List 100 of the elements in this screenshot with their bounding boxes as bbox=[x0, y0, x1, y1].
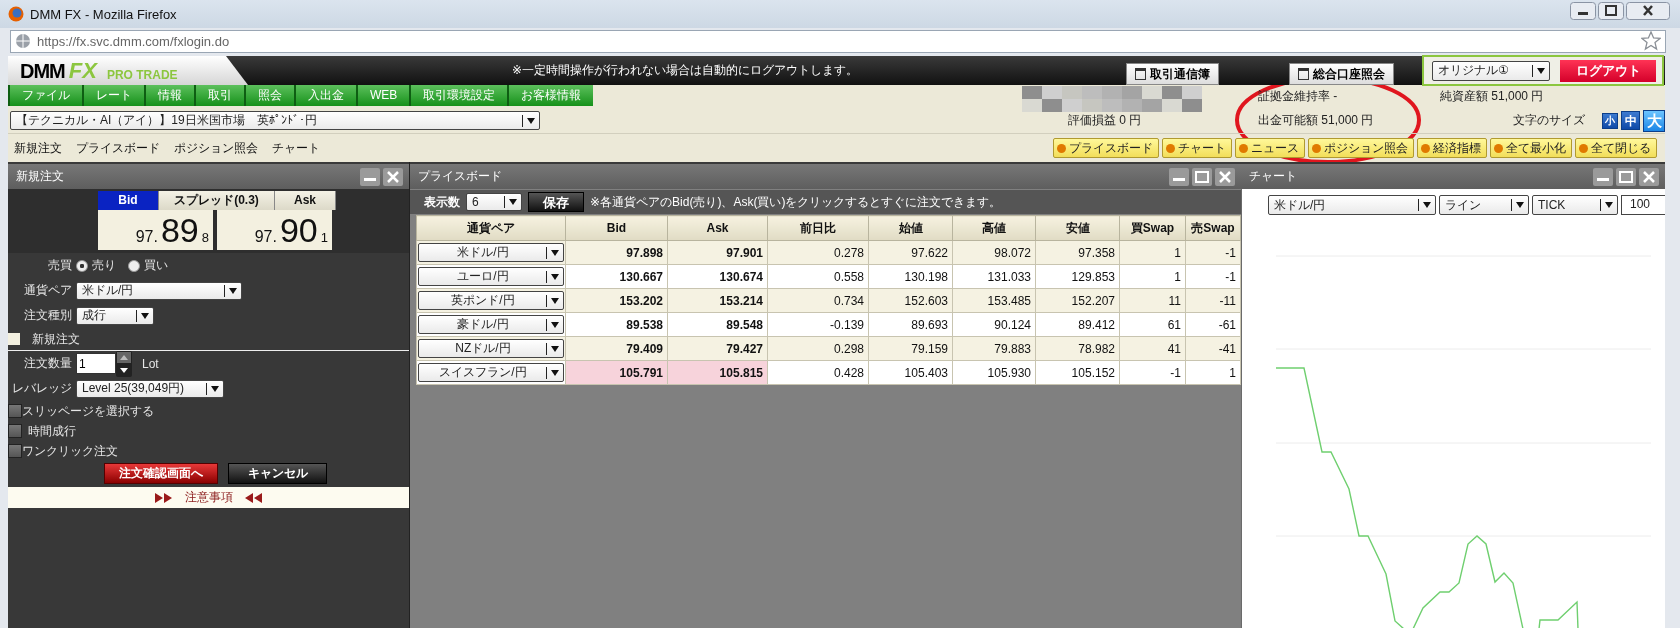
window-button[interactable]: ニュース bbox=[1235, 138, 1305, 158]
price-display[interactable]: 97.90 1 bbox=[217, 210, 332, 250]
price-cell[interactable]: 130.667 bbox=[565, 264, 668, 289]
nav-link[interactable]: プライスボード bbox=[76, 139, 160, 157]
price-cell[interactable]: 105.791 bbox=[565, 360, 668, 385]
cancel-button[interactable]: キャンセル bbox=[228, 462, 327, 484]
field-label: 通貨ペア bbox=[23, 282, 72, 299]
checkbox[interactable] bbox=[8, 444, 22, 458]
pair-select[interactable]: 米ドル/円 bbox=[418, 243, 564, 262]
globe-icon bbox=[15, 33, 31, 49]
price-cell[interactable]: 153.202 bbox=[565, 288, 668, 313]
pair-select[interactable]: 豪ドル/円 bbox=[418, 315, 564, 334]
maximize-icon[interactable] bbox=[1598, 2, 1624, 20]
caret-icon bbox=[141, 312, 149, 319]
table-cell: 0.278 bbox=[767, 240, 869, 265]
account-value: 出金可能額 51,000 円 bbox=[1258, 113, 1374, 127]
column-header: Ask bbox=[667, 215, 768, 241]
minimize-icon[interactable] bbox=[360, 167, 380, 186]
font-size-button[interactable]: 小 bbox=[1602, 112, 1618, 129]
logout-button[interactable]: ログアウト bbox=[1560, 59, 1657, 82]
session-notice: ※一定時間操作が行われない場合は自動的にログアウトします。 bbox=[512, 62, 859, 79]
save-button[interactable]: 保存 bbox=[528, 192, 584, 212]
count-field[interactable]: 100 bbox=[1621, 195, 1665, 215]
radio-button[interactable] bbox=[128, 259, 140, 272]
chart-select[interactable]: 米ドル/円 bbox=[1268, 195, 1436, 215]
pair-select[interactable]: NZドル/円 bbox=[418, 339, 564, 358]
price-cell[interactable]: 105.815 bbox=[667, 360, 768, 385]
caret-icon bbox=[229, 287, 237, 294]
quote-header: スプレッド(0.3) bbox=[159, 191, 275, 210]
close-icon[interactable] bbox=[383, 167, 403, 186]
price-cell[interactable]: 79.427 bbox=[667, 336, 768, 361]
window-icon bbox=[1298, 68, 1310, 80]
table-cell: 0.428 bbox=[767, 360, 869, 385]
caret-icon bbox=[527, 117, 535, 124]
window-button[interactable]: ポジション照会 bbox=[1308, 138, 1414, 158]
table-cell: 0.298 bbox=[767, 336, 869, 361]
count-select[interactable]: 6 bbox=[466, 193, 522, 211]
section-title: 新規注文 bbox=[32, 330, 80, 348]
spinner-button[interactable] bbox=[116, 350, 132, 377]
window-button[interactable]: 経済指標 bbox=[1417, 138, 1487, 158]
news-select[interactable]: 【テクニカル・AI（アイ）】19日米国市場 英ﾎﾟﾝﾄﾞ･円 bbox=[10, 111, 540, 130]
header-button[interactable]: 総合口座照会 bbox=[1289, 63, 1395, 85]
double-arrow-icon bbox=[244, 492, 263, 503]
minimize-icon[interactable] bbox=[1593, 167, 1613, 186]
radio-label: 売り bbox=[92, 257, 116, 274]
price-cell[interactable]: 130.674 bbox=[667, 264, 768, 289]
close-icon[interactable] bbox=[1639, 167, 1659, 186]
header-button[interactable]: 取引通信簿 bbox=[1126, 63, 1220, 85]
quote-header: Bid bbox=[98, 191, 159, 210]
checkbox[interactable] bbox=[8, 404, 22, 418]
confirm-button[interactable]: 注文確認画面へ bbox=[104, 462, 218, 484]
price-cell[interactable]: 97.901 bbox=[667, 240, 768, 265]
close-icon[interactable] bbox=[1215, 167, 1235, 186]
caret-icon bbox=[1423, 202, 1431, 208]
leverage-select[interactable]: Level 25(39,049円) bbox=[76, 379, 224, 398]
caret-icon bbox=[1605, 202, 1613, 208]
notes-link[interactable]: 注意事項 bbox=[184, 489, 233, 506]
pair-select[interactable]: スイスフラン/円 bbox=[418, 363, 564, 382]
font-size-label: 文字のサイズ bbox=[1513, 112, 1585, 129]
price-cell[interactable]: 89.548 bbox=[667, 312, 768, 337]
chart-select[interactable]: TICK bbox=[1532, 195, 1618, 215]
close-icon[interactable] bbox=[1626, 2, 1670, 20]
field-label: 注文数量 bbox=[23, 355, 72, 372]
maximize-icon[interactable] bbox=[1616, 167, 1636, 186]
price-cell[interactable]: 153.214 bbox=[667, 288, 768, 313]
pair-select[interactable]: 英ポンド/円 bbox=[418, 291, 564, 310]
font-size-button[interactable]: 中 bbox=[1621, 111, 1640, 130]
window-button[interactable]: プライスボード bbox=[1053, 138, 1159, 158]
caret-icon bbox=[211, 385, 219, 392]
table-cell: 0.558 bbox=[767, 264, 869, 289]
quantity-field[interactable]: 1 bbox=[76, 353, 116, 374]
maximize-icon[interactable] bbox=[1192, 167, 1212, 186]
price-cell[interactable]: 79.409 bbox=[565, 336, 668, 361]
column-header: 買Swap bbox=[1119, 215, 1186, 241]
price-cell[interactable]: 97.898 bbox=[565, 240, 668, 265]
field-label: 売買 bbox=[47, 257, 72, 274]
checkbox[interactable] bbox=[8, 424, 22, 438]
panel-title: チャート bbox=[1249, 168, 1297, 185]
layout-select[interactable]: オリジナル① bbox=[1432, 60, 1551, 81]
nav-link[interactable]: チャート bbox=[272, 139, 320, 157]
order-type-select[interactable]: 成行 bbox=[76, 306, 154, 325]
table-cell: 0.734 bbox=[767, 288, 869, 313]
minimize-icon[interactable] bbox=[1169, 167, 1189, 186]
field-label: 注文種別 bbox=[23, 307, 72, 324]
nav-link[interactable]: 新規注文 bbox=[14, 139, 62, 157]
pair-select[interactable]: ユーロ/円 bbox=[418, 267, 564, 286]
window-button[interactable]: チャート bbox=[1162, 138, 1232, 158]
price-cell[interactable]: 89.538 bbox=[565, 312, 668, 337]
radio-button[interactable] bbox=[76, 259, 88, 272]
pair-select[interactable]: 米ドル/円 bbox=[76, 281, 242, 300]
checkbox-label: ワンクリック注文 bbox=[22, 442, 118, 460]
minimize-icon[interactable] bbox=[1570, 2, 1596, 20]
column-header: 始値 bbox=[868, 215, 953, 241]
window-button[interactable]: 全て閉じる bbox=[1575, 138, 1657, 158]
price-display[interactable]: 97.89 8 bbox=[98, 210, 213, 250]
address-bar[interactable]: https://fx.svc.dmm.com/fxlogin.do bbox=[10, 29, 1666, 53]
chart-select[interactable]: ライン bbox=[1439, 195, 1529, 215]
nav-link[interactable]: ポジション照会 bbox=[174, 139, 258, 157]
caret-icon bbox=[551, 345, 559, 352]
window-button[interactable]: 全て最小化 bbox=[1490, 138, 1572, 158]
